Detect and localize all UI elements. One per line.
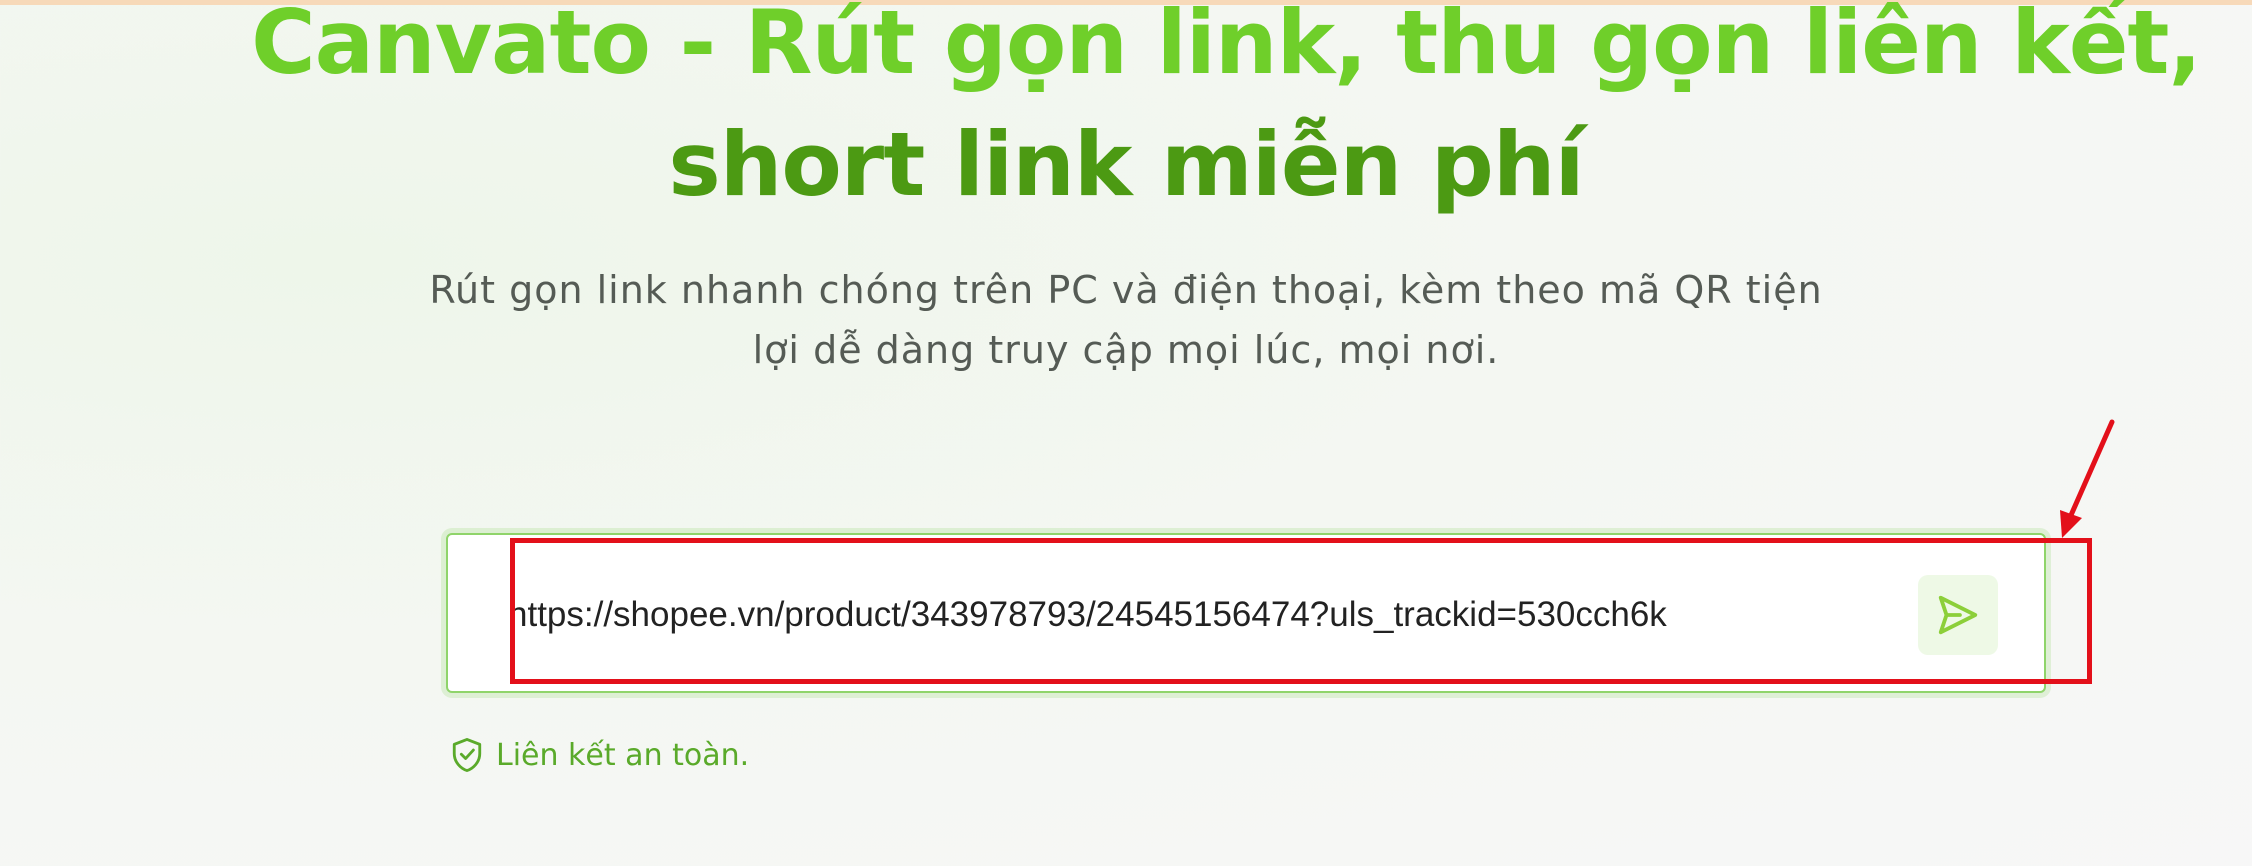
url-input[interactable]: [508, 585, 1878, 645]
safety-notice: Liên kết an toàn.: [450, 730, 749, 780]
send-icon: [1938, 595, 1978, 635]
safety-text: Liên kết an toàn.: [496, 737, 750, 773]
annotation-arrow-icon: [2060, 419, 2115, 538]
subtitle-line-2: lợi dễ dàng truy cập mọi lúc, mọi nơi.: [752, 328, 1500, 372]
shorten-submit-button[interactable]: [1918, 575, 1998, 655]
page-subtitle: Rút gọn link nhanh chóng trên PC và điện…: [0, 260, 2252, 380]
page-title-line-2: short link miễn phí: [668, 113, 1584, 216]
page-title-line-1: Canvato - Rút gọn link, thu gọn liên kết…: [251, 0, 2202, 94]
shield-check-icon: [452, 738, 482, 772]
url-shortener-box: [446, 533, 2046, 693]
subtitle-line-1: Rút gọn link nhanh chóng trên PC và điện…: [429, 268, 1823, 312]
